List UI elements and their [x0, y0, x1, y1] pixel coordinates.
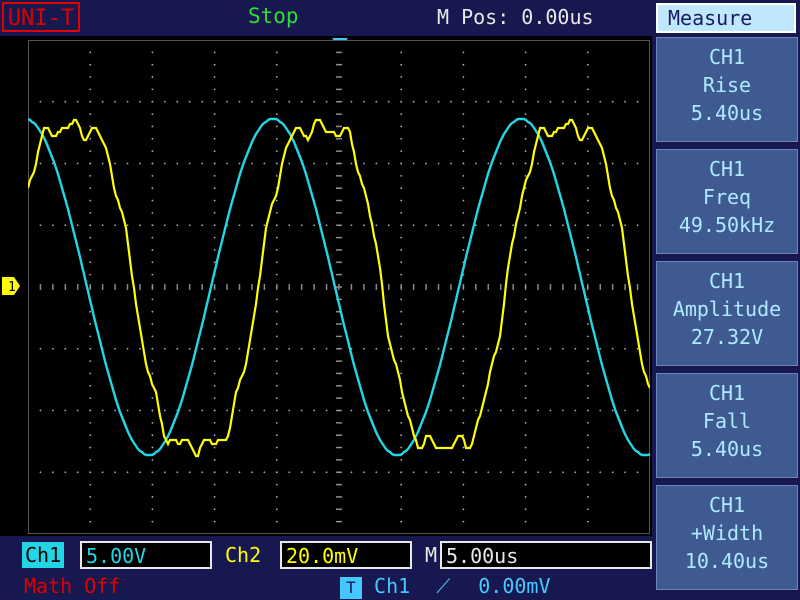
- measure-slot-pos-width[interactable]: CH1 +Width 10.40us: [656, 485, 798, 590]
- ch1-ground-marker[interactable]: 1: [2, 277, 20, 295]
- trigger-icon: T: [340, 576, 362, 599]
- measure-value: 5.40us: [690, 437, 764, 461]
- measure-slot-freq[interactable]: CH1 Freq 49.50kHz: [656, 149, 798, 254]
- measure-menu-title[interactable]: Measure: [656, 3, 796, 33]
- ch2-label[interactable]: Ch2: [222, 542, 264, 568]
- top-status-bar: UNI-T Stop M Pos: 0.00us Measure: [0, 0, 800, 36]
- measure-channel: CH1: [708, 157, 746, 181]
- measure-slot-fall[interactable]: CH1 Fall 5.40us: [656, 373, 798, 478]
- trigger-status[interactable]: T Ch1 ⟋ 0.00mV: [340, 574, 551, 599]
- measure-value: 27.32V: [690, 325, 764, 349]
- measure-value: 49.50kHz: [678, 213, 776, 237]
- measure-name: Rise: [702, 73, 752, 97]
- trigger-source: Ch1: [374, 574, 411, 598]
- timebase-label: M: [425, 543, 438, 567]
- run-status: Stop: [248, 4, 299, 28]
- measure-name: +Width: [690, 521, 764, 545]
- brand-logo: UNI-T: [2, 2, 80, 32]
- ch1-ground-marker-label: 1: [8, 280, 16, 295]
- measure-name: Freq: [702, 185, 752, 209]
- measure-value: 5.40us: [690, 101, 764, 125]
- rising-edge-icon: ⟋: [436, 574, 451, 598]
- measure-channel: CH1: [708, 45, 746, 69]
- measure-channel: CH1: [708, 493, 746, 517]
- waveform-display: [28, 40, 650, 534]
- timebase-value[interactable]: 5.00us: [440, 541, 652, 569]
- measure-panel: CH1 Rise 5.40us CH1 Freq 49.50kHz CH1 Am…: [652, 36, 800, 600]
- ch1-label[interactable]: Ch1: [22, 542, 65, 568]
- measure-name: Amplitude: [672, 297, 782, 321]
- measure-channel: CH1: [708, 381, 746, 405]
- ch1-volts-div[interactable]: 5.00V: [80, 541, 212, 569]
- trigger-level: 0.00mV: [478, 574, 551, 598]
- measure-value: 10.40us: [684, 549, 770, 573]
- ch2-volts-div[interactable]: 20.0mV: [280, 541, 412, 569]
- measure-channel: CH1: [708, 269, 746, 293]
- horizontal-position-readout: M Pos: 0.00us: [437, 5, 594, 29]
- math-status: Math Off: [24, 574, 121, 598]
- measure-name: Fall: [702, 409, 752, 433]
- measure-slot-rise[interactable]: CH1 Rise 5.40us: [656, 37, 798, 142]
- measure-slot-amplitude[interactable]: CH1 Amplitude 27.32V: [656, 261, 798, 366]
